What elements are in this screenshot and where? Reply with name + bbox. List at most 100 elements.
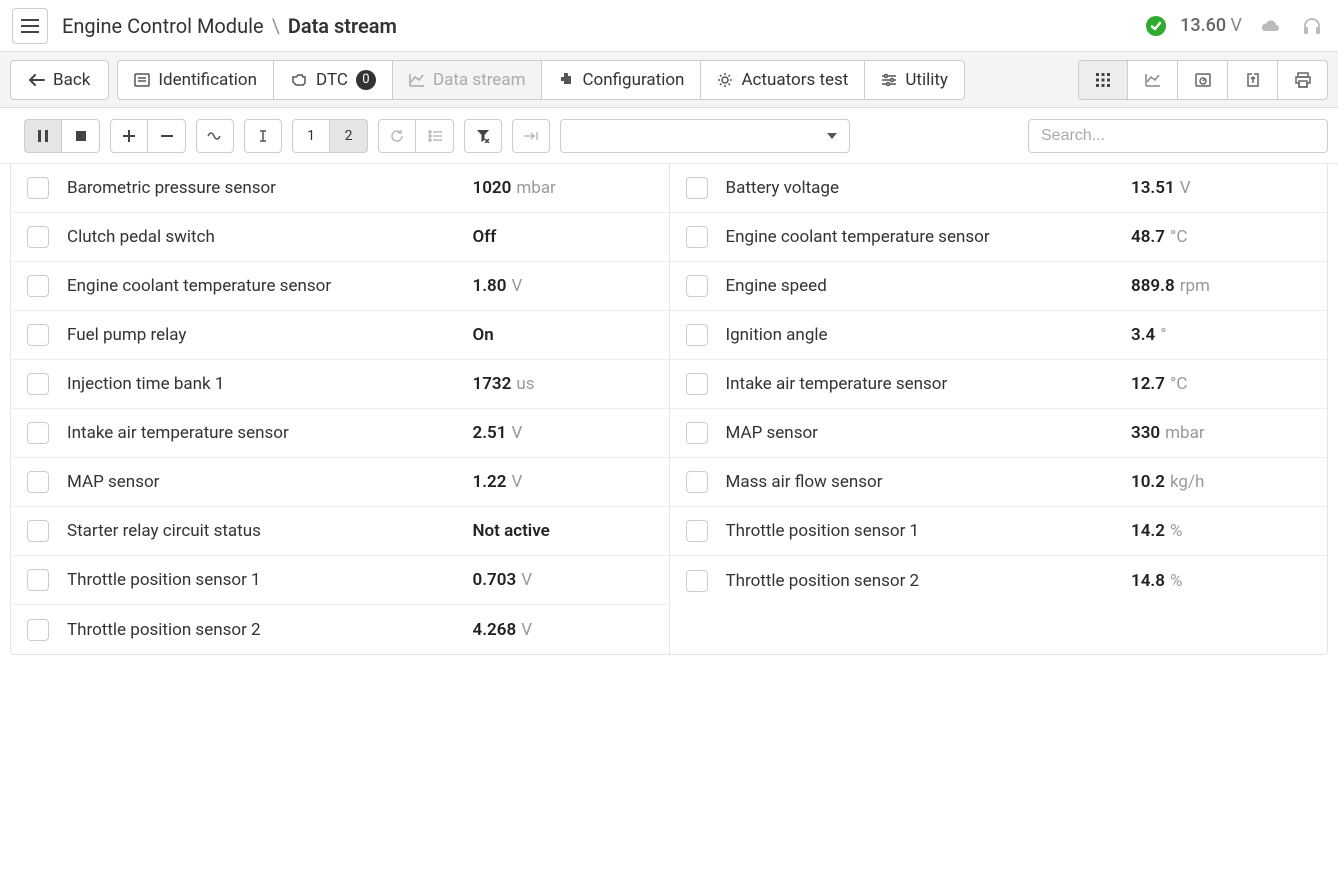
menu-button[interactable] [12, 8, 48, 44]
param-value-number: 14.2 [1131, 521, 1165, 541]
param-value-number: Off [473, 227, 497, 247]
data-row[interactable]: Battery voltage13.51V [670, 164, 1328, 213]
row-checkbox[interactable] [686, 226, 708, 248]
list-button[interactable] [416, 119, 454, 153]
param-value: 1020mbar [473, 178, 653, 198]
data-row[interactable]: Throttle position sensor 10.703V [11, 556, 669, 605]
param-value: 0.703V [473, 570, 653, 590]
param-value: 14.8% [1131, 571, 1311, 591]
grid-icon [1095, 72, 1111, 88]
row-checkbox[interactable] [27, 422, 49, 444]
tab-actuators[interactable]: Actuators test [701, 60, 865, 100]
row-checkbox[interactable] [686, 324, 708, 346]
row-checkbox[interactable] [27, 177, 49, 199]
filter-x-icon [476, 129, 490, 143]
row-checkbox[interactable] [686, 520, 708, 542]
data-row[interactable]: Injection time bank 11732us [11, 360, 669, 409]
tab-identification[interactable]: Identification [117, 60, 274, 100]
chevron-down-icon [827, 133, 837, 139]
tab-identification-label: Identification [158, 70, 257, 90]
add-button[interactable] [110, 119, 148, 153]
data-row[interactable]: Throttle position sensor 214.8% [670, 556, 1328, 605]
data-row[interactable]: Throttle position sensor 2 4.268V [11, 605, 669, 654]
data-row[interactable]: Throttle position sensor 1 14.2% [670, 507, 1328, 556]
columns-2-label: 2 [345, 128, 353, 144]
row-checkbox[interactable] [686, 177, 708, 199]
data-row[interactable]: Intake air temperature sensor12.7°C [670, 360, 1328, 409]
data-row[interactable]: Starter relay circuit statusNot active [11, 507, 669, 556]
param-value-unit: % [1170, 521, 1182, 541]
param-name: Throttle position sensor 1 [726, 521, 1114, 541]
gauge-view-button[interactable] [1178, 60, 1228, 100]
data-row[interactable]: Engine coolant temperature sensor1.80V [11, 262, 669, 311]
back-label: Back [53, 70, 90, 90]
row-checkbox[interactable] [686, 373, 708, 395]
row-checkbox[interactable] [27, 520, 49, 542]
row-checkbox[interactable] [686, 570, 708, 592]
data-row[interactable]: Ignition angle 3.4° [670, 311, 1328, 360]
row-checkbox[interactable] [27, 324, 49, 346]
param-value-unit: V [521, 570, 532, 590]
param-value: 3.4° [1131, 325, 1311, 345]
text-cursor-button[interactable] [244, 119, 282, 153]
data-row[interactable]: Mass air flow sensor10.2kg/h [670, 458, 1328, 507]
data-row[interactable]: Engine speed889.8rpm [670, 262, 1328, 311]
param-name: Ignition angle [726, 325, 1114, 345]
tab-configuration[interactable]: Configuration [542, 60, 701, 100]
param-value-number: 1.80 [473, 276, 507, 296]
param-value: 4.268V [473, 620, 653, 640]
row-checkbox[interactable] [27, 275, 49, 297]
chart-view-button[interactable] [1128, 60, 1178, 100]
row-checkbox[interactable] [27, 471, 49, 493]
filter-dropdown[interactable] [560, 119, 850, 153]
headset-icon[interactable] [1298, 12, 1326, 40]
param-name: Intake air temperature sensor [67, 423, 455, 443]
data-row[interactable]: MAP sensor1.22V [11, 458, 669, 507]
list-icon [428, 130, 442, 142]
clear-filter-button[interactable] [464, 119, 502, 153]
tab-utility[interactable]: Utility [865, 60, 965, 100]
print-button[interactable] [1278, 60, 1328, 100]
param-value-number: 0.703 [473, 570, 517, 590]
wave-button[interactable] [196, 119, 234, 153]
minus-icon [161, 130, 173, 142]
stop-button[interactable] [62, 119, 100, 153]
param-value: On [473, 325, 653, 345]
param-name: Throttle position sensor 2 [67, 620, 455, 640]
param-value-unit: V [511, 276, 522, 296]
row-checkbox[interactable] [27, 373, 49, 395]
columns-2-button[interactable]: 2 [330, 119, 368, 153]
data-row[interactable]: MAP sensor330mbar [670, 409, 1328, 458]
data-row[interactable]: Fuel pump relayOn [11, 311, 669, 360]
pause-button[interactable] [24, 119, 62, 153]
row-checkbox[interactable] [27, 226, 49, 248]
remove-button[interactable] [148, 119, 186, 153]
tab-group: Identification DTC 0 Data stream Configu… [117, 60, 965, 100]
row-checkbox[interactable] [27, 619, 49, 641]
data-row[interactable]: Clutch pedal switchOff [11, 213, 669, 262]
back-button[interactable]: Back [10, 60, 109, 100]
cloud-icon[interactable] [1256, 12, 1284, 40]
goto-button[interactable] [512, 119, 550, 153]
data-row[interactable]: Barometric pressure sensor 1020mbar [11, 164, 669, 213]
tab-dtc-label: DTC [316, 70, 348, 90]
search-input[interactable] [1028, 119, 1328, 153]
row-checkbox[interactable] [686, 422, 708, 444]
data-row[interactable]: Intake air temperature sensor2.51V [11, 409, 669, 458]
row-checkbox[interactable] [686, 471, 708, 493]
tab-configuration-label: Configuration [582, 70, 684, 90]
data-row[interactable]: Engine coolant temperature sensor48.7°C [670, 213, 1328, 262]
export-button[interactable] [1228, 60, 1278, 100]
param-name: Barometric pressure sensor [67, 178, 455, 198]
row-checkbox[interactable] [27, 569, 49, 591]
grid-view-button[interactable] [1078, 60, 1128, 100]
row-checkbox[interactable] [686, 275, 708, 297]
hamburger-icon [21, 19, 39, 33]
arrow-left-icon [29, 74, 45, 86]
param-value: 48.7°C [1131, 227, 1311, 247]
columns-1-button[interactable]: 1 [292, 119, 330, 153]
param-value-number: 889.8 [1131, 276, 1175, 296]
refresh-button[interactable] [378, 119, 416, 153]
tab-data-stream[interactable]: Data stream [393, 60, 543, 100]
tab-dtc[interactable]: DTC 0 [274, 60, 393, 100]
